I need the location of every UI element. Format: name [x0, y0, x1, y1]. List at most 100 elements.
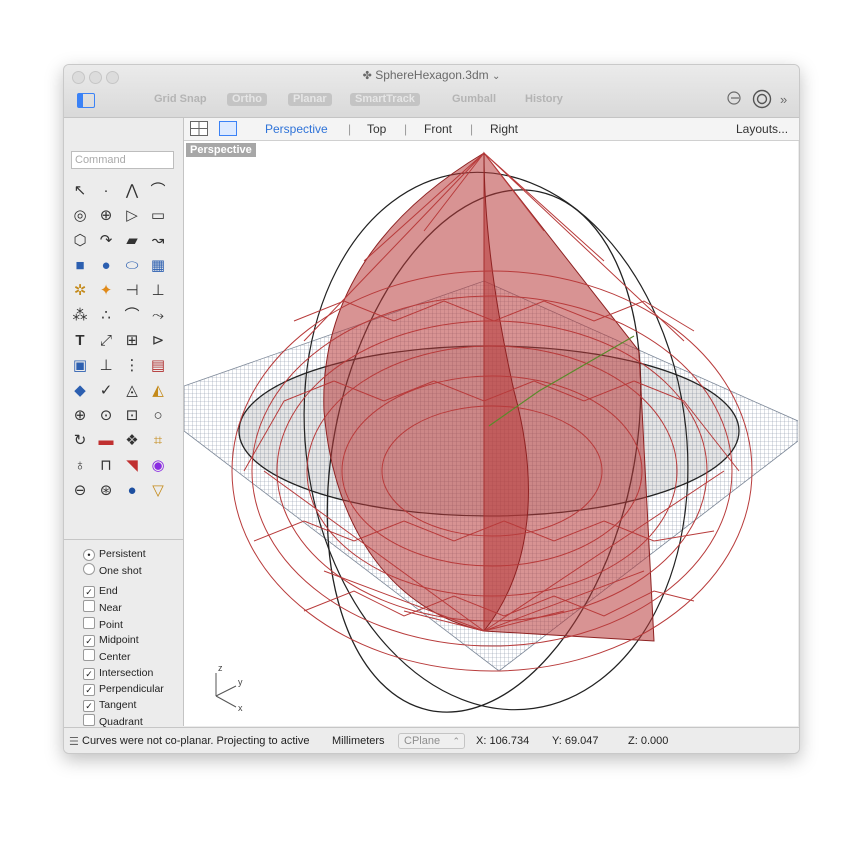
array-icon[interactable]: ⊞ [120, 330, 144, 351]
material-icon[interactable]: ◥ [120, 455, 144, 476]
unchecked-icon [83, 617, 95, 629]
smarttrack-toggle[interactable]: SmartTrack [350, 93, 420, 106]
osnap-midpoint-checkbox[interactable]: ✓ Midpoint [83, 633, 139, 647]
fillet-icon[interactable]: ↷ [94, 230, 118, 251]
grid-array-icon[interactable]: ⋮ [120, 355, 144, 376]
osnap-end-checkbox[interactable]: ✓ End [83, 584, 118, 598]
cone-icon[interactable]: ▽ [146, 480, 170, 501]
tab-top[interactable]: Top [367, 122, 386, 136]
analyze-icon[interactable]: ◆ [68, 380, 92, 401]
osnap-tangent-checkbox[interactable]: ✓ Tangent [83, 698, 136, 712]
perspective-viewport[interactable]: z y x Perspective [184, 141, 798, 726]
viewport-label[interactable]: Perspective [186, 143, 256, 157]
sphere-icon[interactable]: ● [120, 480, 144, 501]
polyline-icon[interactable]: ⋀ [120, 180, 144, 201]
edit-curve-icon[interactable]: ⤳ [146, 305, 170, 326]
ortho-toggle[interactable]: Ortho [227, 93, 267, 106]
color-wheel-icon[interactable]: ◉ [146, 455, 170, 476]
viewport-tab-bar: Perspective | Top | Front | Right Layout… [184, 118, 799, 141]
planar-toggle[interactable]: Planar [288, 93, 332, 106]
split-icon[interactable]: ⊥ [146, 280, 170, 301]
box-icon[interactable]: ■ [68, 255, 92, 276]
points-on-icon[interactable]: ∴ [94, 305, 118, 326]
point-icon[interactable]: · [94, 180, 118, 201]
car-icon[interactable]: ▬ [94, 430, 118, 451]
layer-icon[interactable]: ▤ [146, 355, 170, 376]
osnap-quadrant-checkbox[interactable]: Quadrant [83, 714, 143, 728]
radio-icon [83, 563, 95, 575]
title-bar: ✤ SphereHexagon.3dm ⌄ Grid Snap Ortho Pl… [64, 65, 799, 118]
tab-perspective[interactable]: Perspective [265, 122, 328, 136]
osnap-center-checkbox[interactable]: Center [83, 649, 131, 663]
window-title: SphereHexagon.3dm [375, 68, 489, 82]
light-icon[interactable]: ♁ [68, 455, 92, 476]
dimension-icon[interactable]: ⊥ [94, 355, 118, 376]
globe-icon[interactable]: ⊛ [94, 480, 118, 501]
paint-icon[interactable]: ◭ [146, 380, 170, 401]
move-icon[interactable]: ⤢ [94, 330, 118, 351]
sphere-wire-icon[interactable]: ⊖ [68, 480, 92, 501]
cylinder-icon[interactable]: ⬭ [120, 255, 144, 276]
select-arrow-icon[interactable]: ↖ [68, 180, 92, 201]
pin-icon[interactable] [726, 89, 744, 112]
osnap-one-shot-radio[interactable]: One shot [83, 563, 142, 577]
rebuild-icon[interactable]: ⌒ [120, 305, 144, 326]
status-message: Curves were not co-planar. Projecting to… [82, 735, 310, 747]
grid-snap-toggle[interactable]: Grid Snap [154, 93, 207, 105]
overflow-chevron-icon[interactable]: » [780, 92, 787, 107]
tab-separator: | [470, 122, 474, 136]
osnap-point-checkbox[interactable]: Point [83, 617, 123, 631]
history-toggle[interactable]: History [525, 93, 563, 105]
gumball-toggle[interactable]: Gumball [452, 93, 496, 105]
solid-union-icon[interactable]: ● [94, 255, 118, 276]
sweep-icon[interactable]: ↝ [146, 230, 170, 251]
window-title-area: ✤ SphereHexagon.3dm ⌄ [64, 68, 799, 82]
checked-icon: ✓ [83, 700, 95, 712]
layouts-button[interactable]: Layouts... [736, 122, 788, 136]
trim-icon[interactable]: ⊣ [120, 280, 144, 301]
distance-icon[interactable]: ◬ [120, 380, 144, 401]
four-view-icon[interactable] [190, 121, 208, 141]
rhino-icon: ✤ [362, 70, 372, 82]
zoom-window-icon[interactable]: ⊙ [94, 405, 118, 426]
group-icon[interactable]: ⁂ [68, 305, 92, 326]
magnifier-icon[interactable]: ○ [146, 405, 170, 426]
osnap-near-checkbox[interactable]: Near [83, 600, 122, 614]
hamburger-menu-icon[interactable]: ☰ [69, 735, 79, 748]
units-label[interactable]: Millimeters [332, 735, 385, 747]
curve-icon[interactable]: ⌒ [146, 180, 170, 201]
single-view-icon[interactable] [219, 121, 237, 141]
rotate-view-icon[interactable]: ↻ [68, 430, 92, 451]
zoom-in-icon[interactable]: ⊕ [68, 405, 92, 426]
unchecked-icon [83, 714, 95, 726]
circle-icon[interactable]: ◎ [68, 205, 92, 226]
mesh-icon[interactable]: ▦ [146, 255, 170, 276]
ellipse-icon[interactable]: ⊕ [94, 205, 118, 226]
lock-icon[interactable]: ⊓ [94, 455, 118, 476]
tab-right[interactable]: Right [490, 122, 518, 136]
cplane-select[interactable]: CPlane ⌃ [398, 733, 465, 749]
zoom-extents-icon[interactable]: ⊡ [120, 405, 144, 426]
explode-icon[interactable]: ✦ [94, 280, 118, 301]
chevron-down-icon[interactable]: ⌄ [492, 71, 500, 82]
axis-x-label: x [238, 703, 243, 713]
osnap-persistent-radio[interactable]: • Persistent [83, 547, 146, 561]
target-icon[interactable] [752, 89, 772, 114]
hexagon-icon[interactable]: ⬡ [68, 230, 92, 251]
check-icon[interactable]: ✓ [94, 380, 118, 401]
rectangle-icon[interactable]: ▭ [146, 205, 170, 226]
sidebar-toggle-icon[interactable] [77, 93, 95, 108]
gear-icon[interactable]: ✲ [68, 280, 92, 301]
text-icon[interactable]: T [68, 330, 92, 351]
polygon-icon[interactable]: ▷ [120, 205, 144, 226]
tab-front[interactable]: Front [424, 122, 452, 136]
render-icon[interactable]: ❖ [120, 430, 144, 451]
command-input[interactable]: Command [71, 151, 174, 169]
named-view-icon[interactable]: ⌗ [146, 430, 170, 451]
surface-patch-icon[interactable]: ▰ [120, 230, 144, 251]
osnap-intersection-checkbox[interactable]: ✓ Intersection [83, 666, 153, 680]
model-canvas[interactable]: z y x [184, 141, 798, 726]
osnap-perpendicular-checkbox[interactable]: ✓ Perpendicular [83, 682, 164, 696]
block-icon[interactable]: ▣ [68, 355, 92, 376]
mirror-icon[interactable]: ⊳ [146, 330, 170, 351]
